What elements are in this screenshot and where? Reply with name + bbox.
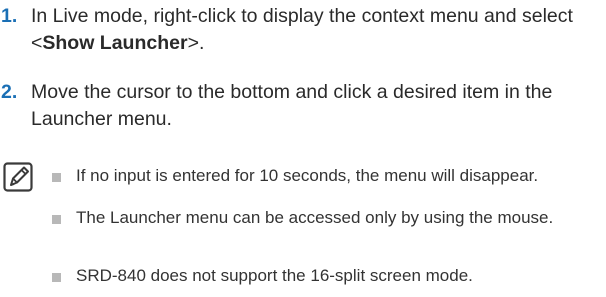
step-text: In Live mode, right-click to display the… — [31, 3, 596, 57]
note-item: If no input is entered for 10 seconds, t… — [76, 166, 539, 185]
step-number: 1. — [1, 5, 18, 27]
bullet-square — [52, 215, 61, 224]
bullet-square — [52, 273, 61, 282]
note-item: SRD-840 does not support the 16-split sc… — [76, 266, 473, 285]
note-item: The Launcher menu can be accessed only b… — [76, 208, 554, 227]
step-text-after: >. — [187, 32, 205, 54]
show-launcher-label: Show Launcher — [42, 32, 188, 54]
bullet-square — [52, 173, 61, 182]
step-number: 2. — [1, 81, 18, 103]
step-text: Move the cursor to the bottom and click … — [31, 81, 553, 130]
note-pencil-icon — [3, 162, 33, 192]
